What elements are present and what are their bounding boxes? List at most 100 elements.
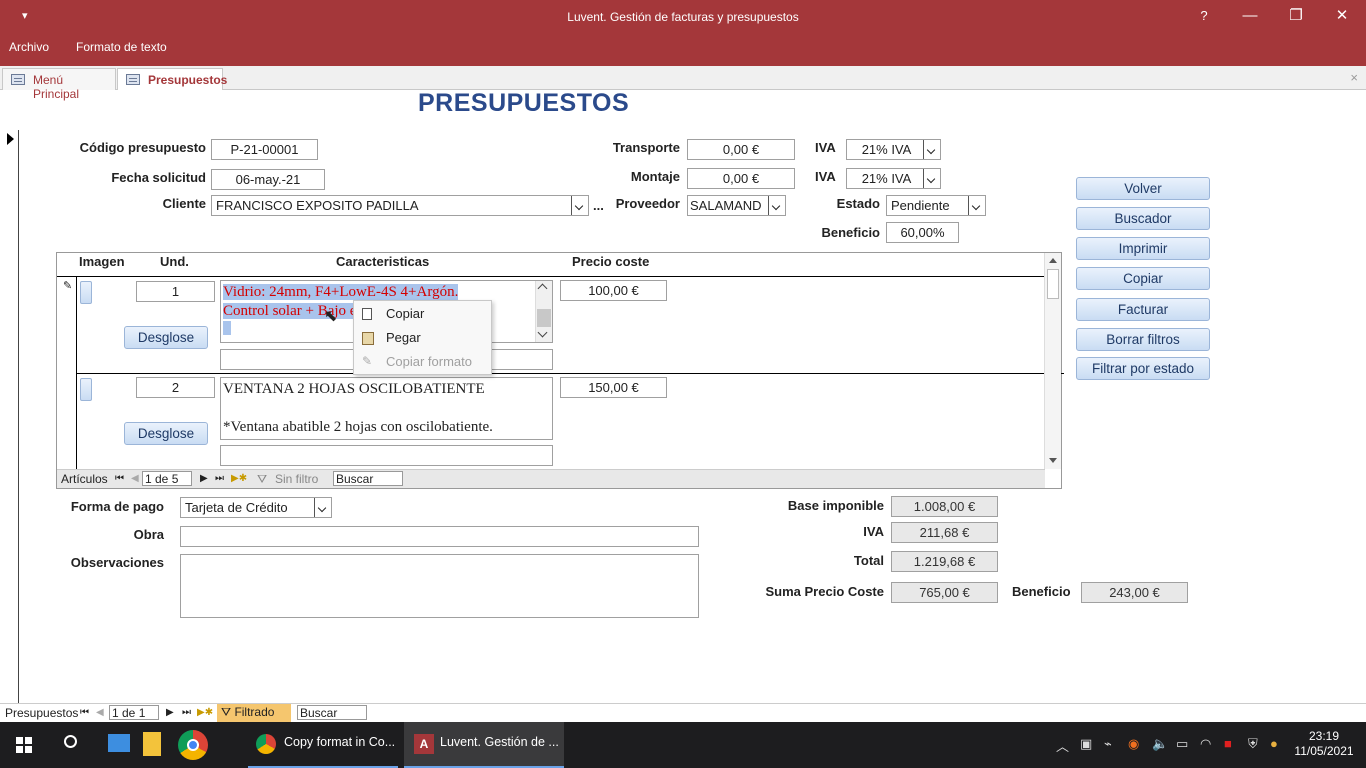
tray-app-icon[interactable]: ▣ xyxy=(1080,736,1092,752)
memo-line: *Ventana abatible 2 hojas con oscilobati… xyxy=(223,419,493,435)
chevron-down-icon[interactable] xyxy=(314,498,331,517)
chevron-down-icon[interactable] xyxy=(537,327,548,338)
menu-item-copiar[interactable]: Copiar xyxy=(354,303,491,325)
taskbar-app-access[interactable]: A Luvent. Gestión de ... xyxy=(404,722,564,768)
scroll-thumb[interactable] xyxy=(537,309,551,327)
desglose-button[interactable]: Desglose xyxy=(124,326,208,349)
obra-field[interactable] xyxy=(180,526,699,547)
computer-icon[interactable] xyxy=(108,734,130,752)
tab-formato-texto[interactable]: Formato de texto xyxy=(76,40,167,54)
prev-record-icon[interactable]: ◀ xyxy=(131,473,139,484)
copiar-button[interactable]: Copiar xyxy=(1076,267,1210,290)
record-number-input[interactable]: 1 de 1 xyxy=(109,705,159,720)
new-record-icon[interactable]: ▶✱ xyxy=(231,473,247,484)
forma-pago-combo[interactable]: Tarjeta de Crédito xyxy=(180,497,332,518)
transporte-field[interactable]: 0,00 € xyxy=(687,139,795,160)
taskbar-app-chrome[interactable]: Copy format in Co... xyxy=(248,722,398,768)
facturar-button[interactable]: Facturar xyxy=(1076,298,1210,321)
fecha-field[interactable]: 06-may.-21 xyxy=(211,169,325,190)
iva-transporte-combo[interactable]: 21% IVA xyxy=(846,139,941,160)
new-record-icon[interactable]: ▶✱ xyxy=(197,707,213,718)
scroll-thumb[interactable] xyxy=(1047,269,1059,299)
tray-notification-icon[interactable]: ◉ xyxy=(1128,736,1139,752)
chevron-down-icon[interactable] xyxy=(571,196,588,215)
observaciones-field[interactable] xyxy=(180,554,699,618)
menu-item-pegar[interactable]: Pegar xyxy=(354,327,491,349)
battery-icon[interactable]: ▭ xyxy=(1176,736,1188,752)
last-record-icon[interactable]: ⏭ xyxy=(215,473,224,484)
extra-field[interactable] xyxy=(220,445,553,466)
estado-combo[interactable]: Pendiente xyxy=(886,195,986,216)
subform-search-input[interactable]: Buscar xyxy=(333,471,403,486)
montaje-field[interactable]: 0,00 € xyxy=(687,168,795,189)
search-icon[interactable] xyxy=(64,735,77,748)
caracteristicas-memo[interactable]: VENTANA 2 HOJAS OSCILOBATIENTE *Ventana … xyxy=(220,377,553,440)
buscador-button[interactable]: Buscador xyxy=(1076,207,1210,230)
precio-field[interactable]: 150,00 € xyxy=(560,377,667,398)
image-button[interactable] xyxy=(80,378,92,401)
beneficio-pct-field[interactable]: 60,00% xyxy=(886,222,959,243)
last-record-icon[interactable]: ⏭ xyxy=(182,707,191,718)
iva-montaje-combo[interactable]: 21% IVA xyxy=(846,168,941,189)
imprimir-button[interactable]: Imprimir xyxy=(1076,237,1210,260)
wifi-icon[interactable]: ◠ xyxy=(1200,736,1211,752)
chevron-down-icon[interactable] xyxy=(923,169,940,188)
windows-start-icon[interactable] xyxy=(16,737,32,753)
help-button[interactable]: ? xyxy=(1181,0,1227,34)
shield-icon[interactable]: ⛨ xyxy=(1248,736,1258,752)
next-record-icon[interactable]: ▶ xyxy=(200,473,208,484)
memo-scrollbar[interactable] xyxy=(535,281,552,342)
minimize-button[interactable]: — xyxy=(1227,0,1273,34)
clock[interactable]: 23:19 11/05/2021 xyxy=(1292,729,1356,759)
sin-filtro-button[interactable]: Sin filtro xyxy=(275,472,318,486)
next-record-icon[interactable]: ▶ xyxy=(166,707,174,718)
filtrar-estado-button[interactable]: Filtrar por estado xyxy=(1076,357,1210,380)
volver-button[interactable]: Volver xyxy=(1076,177,1210,200)
close-button[interactable]: ✕ xyxy=(1319,0,1365,34)
mouse-cursor-icon: ⬉ xyxy=(324,308,338,325)
borrar-filtros-button[interactable]: Borrar filtros xyxy=(1076,328,1210,351)
filter-icon: ⛛ xyxy=(257,472,268,486)
tray-usb-icon[interactable]: ⌁ xyxy=(1104,736,1112,752)
filtrado-button[interactable]: ⛛ Filtrado xyxy=(217,704,291,722)
antivirus-icon[interactable]: ■ xyxy=(1224,736,1232,751)
scroll-up-icon[interactable] xyxy=(1049,258,1057,263)
first-record-icon[interactable]: ⏮ xyxy=(80,707,89,718)
tray-chevron-up-icon[interactable]: ︿ xyxy=(1056,736,1069,755)
chevron-up-icon[interactable] xyxy=(537,283,548,294)
record-selector[interactable] xyxy=(0,130,19,704)
doc-tab-menu-principal[interactable]: Menú Principal xyxy=(2,68,116,101)
und-field[interactable]: 2 xyxy=(136,377,215,398)
record-number-input[interactable]: 1 de 5 xyxy=(142,471,192,486)
codigo-field[interactable]: P-21-00001 xyxy=(211,139,318,160)
iva-montaje-value: 21% IVA xyxy=(861,171,912,186)
folder-icon[interactable] xyxy=(143,732,161,756)
chevron-down-icon[interactable] xyxy=(923,140,940,159)
main-search-input[interactable]: Buscar xyxy=(297,705,367,720)
prev-record-icon[interactable]: ◀ xyxy=(96,707,104,718)
chrome-icon[interactable] xyxy=(178,730,208,760)
first-record-icon[interactable]: ⏮ xyxy=(115,473,124,484)
weather-icon[interactable]: ● xyxy=(1270,736,1278,751)
current-record-arrow-icon xyxy=(7,133,14,145)
cliente-combo[interactable]: FRANCISCO EXPOSITO PADILLA xyxy=(211,195,589,216)
subform-scrollbar[interactable] xyxy=(1044,253,1061,469)
precio-field[interactable]: 100,00 € xyxy=(560,280,667,301)
beneficio-field: 243,00 € xyxy=(1081,582,1188,603)
chevron-down-icon[interactable] xyxy=(768,196,785,215)
tab-archivo[interactable]: Archivo xyxy=(9,40,49,54)
chevron-down-icon[interactable] xyxy=(968,196,985,215)
image-button[interactable] xyxy=(80,281,92,304)
und-field[interactable]: 1 xyxy=(136,281,215,302)
doc-tab-presupuestos[interactable]: Presupuestos xyxy=(117,68,227,90)
main-nav-label: Presupuestos xyxy=(5,706,79,720)
scroll-down-icon[interactable] xyxy=(1049,458,1057,463)
desglose-button[interactable]: Desglose xyxy=(124,422,208,445)
chrome-icon xyxy=(256,734,276,754)
subform-nav-label: Artículos xyxy=(61,472,108,486)
volume-icon[interactable]: 🔈 xyxy=(1152,736,1168,752)
close-document-icon[interactable]: × xyxy=(1350,70,1358,85)
restore-button[interactable]: ❐ xyxy=(1273,0,1319,34)
total-label: Total xyxy=(853,553,884,568)
proveedor-combo[interactable]: SALAMAND xyxy=(687,195,786,216)
